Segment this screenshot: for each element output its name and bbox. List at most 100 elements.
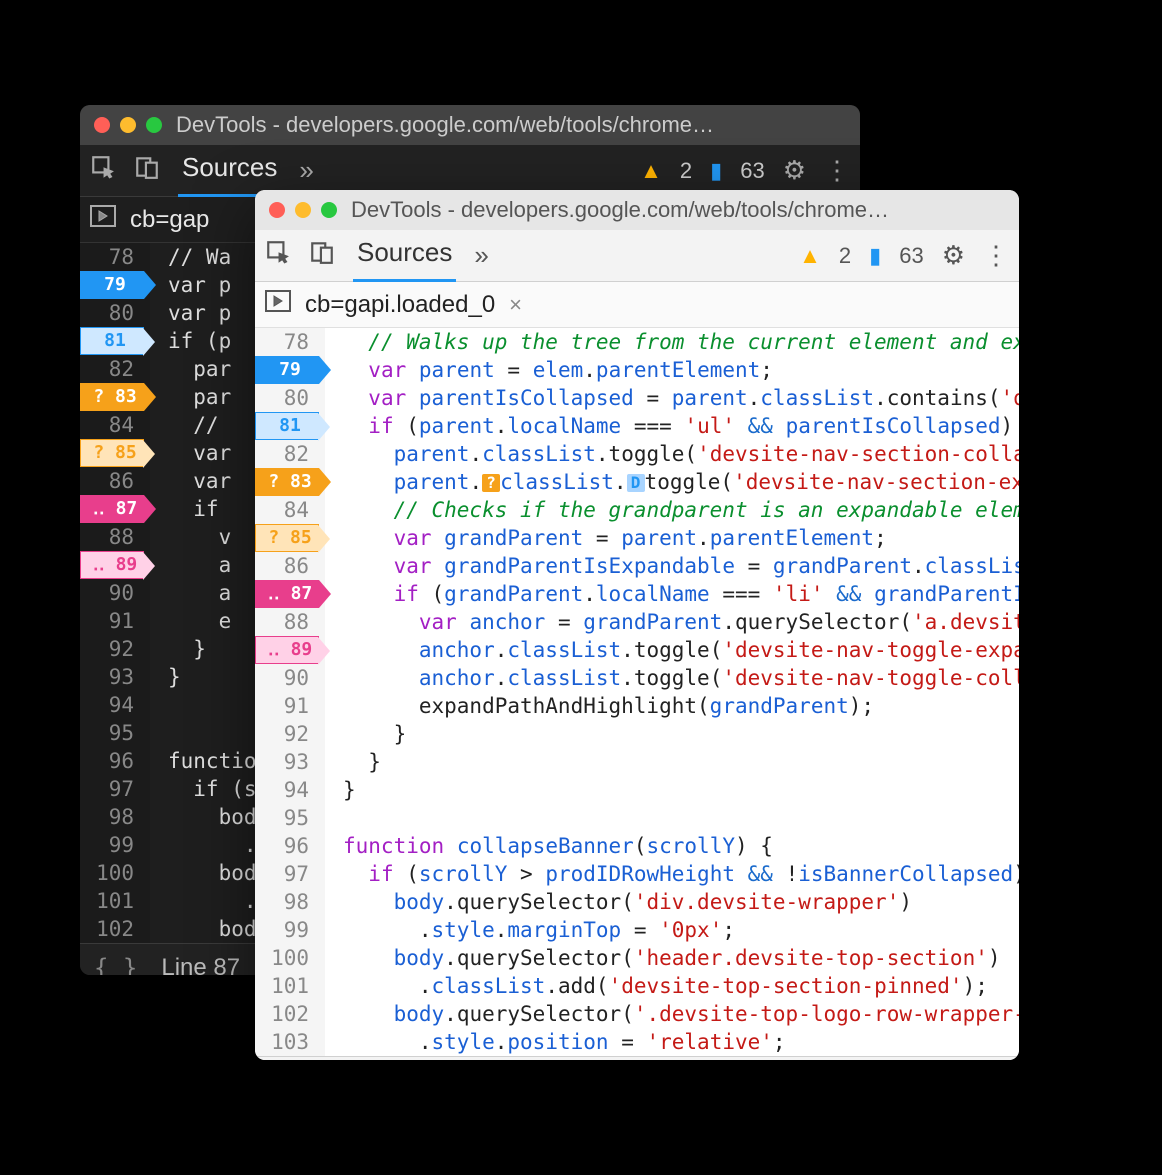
breakpoint-marker[interactable]: ‥ 89 — [255, 636, 319, 664]
gutter-line[interactable]: 78 — [255, 328, 317, 356]
warning-icon[interactable]: ▲ — [799, 243, 821, 269]
code-line[interactable]: .classList.add('devsite-top-section-pinn… — [343, 972, 1019, 1000]
device-icon[interactable] — [134, 154, 160, 187]
code-line[interactable]: function collapseBanner(scrollY) { — [343, 832, 1019, 860]
device-icon[interactable] — [309, 239, 335, 272]
gutter-line[interactable]: 95 — [80, 719, 142, 747]
minimize-window-button[interactable] — [295, 202, 311, 218]
gutter-line[interactable]: 103 — [255, 1028, 317, 1056]
gutter-line[interactable]: 93 — [80, 663, 142, 691]
code-line[interactable]: .style.marginTop = '0px'; — [343, 916, 1019, 944]
warning-icon[interactable]: ▲ — [640, 158, 662, 184]
gear-icon[interactable]: ⚙ — [783, 155, 806, 186]
gutter-line[interactable]: 93 — [255, 748, 317, 776]
gutter-line[interactable]: 97 — [255, 860, 317, 888]
code-line[interactable] — [343, 804, 1019, 832]
message-icon[interactable]: ▮ — [869, 243, 881, 269]
code-line[interactable]: var grandParentIsExpandable = grandParen… — [343, 552, 1019, 580]
code-line[interactable]: body.querySelector('.devsite-top-logo-ro… — [343, 1000, 1019, 1028]
code-line[interactable]: expandPathAndHighlight(grandParent); — [343, 692, 1019, 720]
more-tabs-icon[interactable]: » — [474, 240, 488, 271]
gutter-line[interactable]: 102 — [255, 1000, 317, 1028]
gutter-line[interactable]: 88 — [80, 523, 142, 551]
tab-sources[interactable]: Sources — [178, 146, 281, 195]
code-line[interactable]: if (scrollY > prodIDRowHeight && !isBann… — [343, 860, 1019, 888]
gutter-line[interactable]: 96 — [80, 747, 142, 775]
gutter-line[interactable]: 82 — [80, 355, 142, 383]
gutter-line[interactable]: ‥ 87 — [255, 580, 317, 608]
gutter[interactable]: 7879808182? 8384? 8586‥ 8788‥ 8990919293… — [80, 243, 150, 943]
gutter-line[interactable]: 91 — [255, 692, 317, 720]
breakpoint-marker[interactable]: 81 — [255, 412, 319, 440]
gutter[interactable]: 7879808182? 8384? 8586‥ 8788‥ 8990919293… — [255, 328, 325, 1056]
breakpoint-marker[interactable]: ? 85 — [255, 524, 319, 552]
gutter-line[interactable]: 90 — [255, 664, 317, 692]
breakpoint-marker[interactable]: 79 — [80, 271, 144, 299]
zoom-window-button[interactable] — [146, 117, 162, 133]
code-editor[interactable]: 7879808182? 8384? 8586‥ 8788‥ 8990919293… — [255, 328, 1019, 1056]
breakpoint-marker[interactable]: ? 83 — [255, 468, 319, 496]
gutter-line[interactable]: 101 — [80, 887, 142, 915]
gutter-line[interactable]: 86 — [255, 552, 317, 580]
minimize-window-button[interactable] — [120, 117, 136, 133]
gutter-line[interactable]: 99 — [255, 916, 317, 944]
gutter-line[interactable]: 92 — [80, 635, 142, 663]
code-line[interactable]: } — [343, 720, 1019, 748]
gutter-line[interactable]: 78 — [80, 243, 142, 271]
code-line[interactable]: anchor.classList.toggle('devsite-nav-tog… — [343, 636, 1019, 664]
debugger-panel-icon[interactable] — [265, 290, 291, 319]
gutter-line[interactable]: 99 — [80, 831, 142, 859]
gutter-line[interactable]: ? 85 — [255, 524, 317, 552]
kebab-icon[interactable]: ⋮ — [983, 240, 1009, 271]
breakpoint-marker[interactable]: ? 85 — [80, 439, 144, 467]
gutter-line[interactable]: 98 — [255, 888, 317, 916]
gutter-line[interactable]: 100 — [255, 944, 317, 972]
code-line[interactable]: var parentIsCollapsed = parent.classList… — [343, 384, 1019, 412]
code-line[interactable]: var grandParent = parent.parentElement; — [343, 524, 1019, 552]
code-line[interactable]: var anchor = grandParent.querySelector('… — [343, 608, 1019, 636]
pretty-print-icon[interactable]: { } — [94, 954, 137, 976]
debugger-panel-icon[interactable] — [90, 205, 116, 234]
gutter-line[interactable]: ? 83 — [80, 383, 142, 411]
code-line[interactable]: .style.position = 'relative'; — [343, 1028, 1019, 1056]
message-icon[interactable]: ▮ — [710, 158, 722, 184]
code-line[interactable]: parent.classList.toggle('devsite-nav-sec… — [343, 440, 1019, 468]
tab-sources[interactable]: Sources — [353, 231, 456, 280]
gutter-line[interactable]: 91 — [80, 607, 142, 635]
gutter-line[interactable]: 102 — [80, 915, 142, 943]
gutter-line[interactable]: 79 — [255, 356, 317, 384]
gutter-line[interactable]: 84 — [80, 411, 142, 439]
gutter-line[interactable]: 94 — [80, 691, 142, 719]
code-line[interactable]: if (parent.localName === 'ul' && parentI… — [343, 412, 1019, 440]
breakpoint-marker[interactable]: ‥ 87 — [80, 495, 144, 523]
gutter-line[interactable]: 97 — [80, 775, 142, 803]
kebab-icon[interactable]: ⋮ — [824, 155, 850, 186]
zoom-window-button[interactable] — [321, 202, 337, 218]
code-line[interactable]: body.querySelector('header.devsite-top-s… — [343, 944, 1019, 972]
file-tab-label[interactable]: cb=gap — [130, 206, 209, 234]
file-tab-label[interactable]: cb=gapi.loaded_0 — [305, 291, 495, 319]
code-line[interactable]: } — [343, 776, 1019, 804]
code-line[interactable]: body.querySelector('div.devsite-wrapper'… — [343, 888, 1019, 916]
gutter-line[interactable]: 101 — [255, 972, 317, 1000]
gutter-line[interactable]: 80 — [255, 384, 317, 412]
gutter-line[interactable]: 81 — [80, 327, 142, 355]
gutter-line[interactable]: ? 83 — [255, 468, 317, 496]
code-area[interactable]: // Walks up the tree from the current el… — [325, 328, 1019, 1056]
breakpoint-marker[interactable]: ‥ 87 — [255, 580, 319, 608]
breakpoint-marker[interactable]: 81 — [80, 327, 144, 355]
gutter-line[interactable]: 80 — [80, 299, 142, 327]
inspect-icon[interactable] — [265, 239, 291, 272]
gear-icon[interactable]: ⚙ — [942, 240, 965, 271]
gutter-line[interactable]: 100 — [80, 859, 142, 887]
gutter-line[interactable]: ? 85 — [80, 439, 142, 467]
breakpoint-marker[interactable]: ? 83 — [80, 383, 144, 411]
inspect-icon[interactable] — [90, 154, 116, 187]
code-line[interactable]: // Walks up the tree from the current el… — [343, 328, 1019, 356]
gutter-line[interactable]: ‥ 87 — [80, 495, 142, 523]
close-window-button[interactable] — [94, 117, 110, 133]
code-line[interactable]: // Checks if the grandparent is an expan… — [343, 496, 1019, 524]
gutter-line[interactable]: 84 — [255, 496, 317, 524]
gutter-line[interactable]: 90 — [80, 579, 142, 607]
gutter-line[interactable]: 95 — [255, 804, 317, 832]
